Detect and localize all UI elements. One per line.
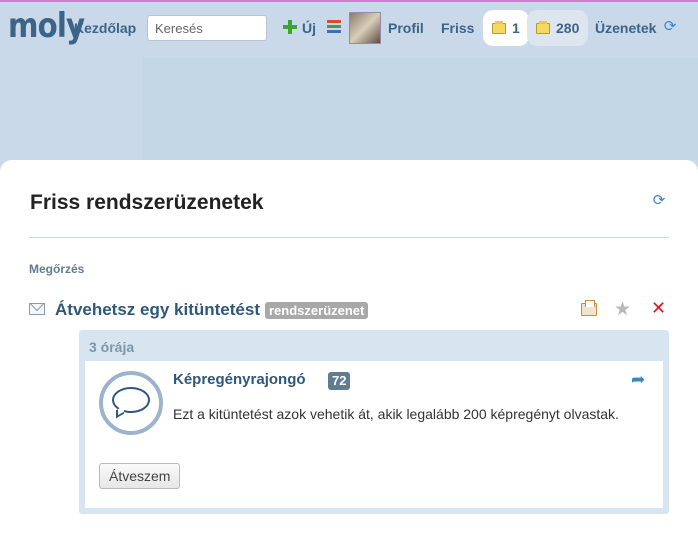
message-tag: rendszerüzenet	[265, 302, 369, 319]
book-icon	[536, 20, 550, 34]
archive-icon[interactable]	[581, 300, 597, 316]
nav-fresh-link[interactable]: Friss	[441, 20, 474, 36]
nav-new-link[interactable]: Új	[302, 20, 316, 36]
badge-description: Ezt a kitüntetést azok vehetik át, akik …	[173, 406, 619, 422]
book-icon	[492, 20, 506, 34]
badge-icon	[99, 371, 163, 435]
message-title[interactable]: Átvehetsz egy kitüntetést	[55, 300, 260, 320]
avatar[interactable]	[349, 12, 381, 44]
shelf-count: 280	[556, 20, 580, 36]
share-icon[interactable]: ➦	[631, 370, 645, 390]
banner-area	[143, 58, 698, 160]
top-navbar: moly Kezdőlap Új Profil Friss 1 280 Üzen…	[0, 2, 698, 52]
stack-icon[interactable]	[327, 20, 341, 34]
main-card: Friss rendszerüzenetek ⟳ Megőrzés Átvehe…	[0, 160, 698, 543]
refresh-icon[interactable]: ⟳	[662, 19, 678, 35]
badge-panel: Képregényrajongó 72 ➦ Ezt a kitüntetést …	[85, 361, 663, 508]
accept-button[interactable]: Átveszem	[99, 463, 181, 489]
badge-count: 72	[328, 372, 351, 390]
star-icon[interactable]: ★	[614, 298, 631, 321]
nav-messages-link[interactable]: Üzenetek	[595, 20, 656, 36]
books-count: 1	[512, 20, 520, 36]
divider	[29, 237, 669, 238]
nav-profile-link[interactable]: Profil	[388, 20, 424, 36]
site-logo[interactable]: moly	[8, 6, 85, 46]
notifications-books-button[interactable]: 1	[483, 10, 529, 46]
delete-icon[interactable]: ✕	[651, 298, 666, 319]
plus-icon[interactable]	[283, 20, 297, 34]
section-label[interactable]: Megőrzés	[29, 262, 84, 276]
badge-name[interactable]: Képregényrajongó	[173, 371, 306, 388]
shelf-count-button[interactable]: 280	[527, 10, 589, 46]
nav-home-link[interactable]: Kezdőlap	[74, 20, 136, 36]
message-detail: 3 órája Képregényrajongó 72 ➦ Ezt a kitü…	[79, 330, 669, 514]
search-input[interactable]	[147, 15, 267, 41]
page-title: Friss rendszerüzenetek	[30, 191, 264, 214]
time-ago: 3 órája	[89, 339, 135, 355]
envelope-icon	[29, 303, 45, 315]
refresh-icon[interactable]: ⟳	[651, 193, 667, 209]
